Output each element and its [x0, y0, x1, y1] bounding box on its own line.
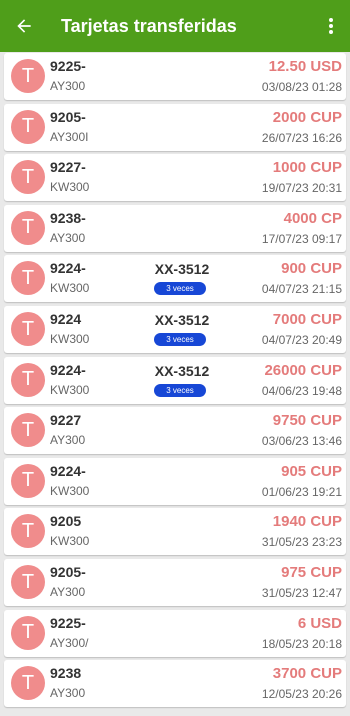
masked-card-number: XX-3512	[154, 362, 210, 379]
transfer-list[interactable]: T 9225- AY300 12.50 USD 03/08/23 01:28 T 9205-…	[0, 52, 350, 716]
card-code: KW300	[50, 281, 90, 296]
list-item[interactable]: T 9225- AY300 12.50 USD 03/08/23 01:28	[4, 53, 346, 100]
transfer-date: 04/07/23 21:15	[261, 282, 342, 297]
amount: 26000 CUP	[264, 361, 342, 379]
list-item[interactable]: T 9224- KW300 905 CUP 01/06/23 19:21	[4, 457, 346, 505]
card-number: 9205-	[50, 108, 86, 125]
amount: 7000 CUP	[272, 311, 342, 328]
card-number: 9227-	[50, 159, 86, 176]
back-button[interactable]	[0, 0, 48, 52]
card-number: 9224	[50, 311, 82, 327]
avatar: T	[11, 666, 45, 701]
amount: 2000 CUP	[272, 108, 342, 126]
arrow-left-icon	[17, 19, 31, 33]
card-code: AY300	[50, 79, 86, 93]
card-number: 9238	[50, 665, 82, 682]
card-code: KW300	[50, 332, 90, 346]
transfer-date: 04/07/23 20:49	[261, 333, 342, 347]
transfer-date: 12/05/23 20:26	[261, 687, 342, 702]
card-code: KW300	[50, 483, 90, 498]
avatar: T	[11, 160, 45, 195]
app-bar: Tarjetas transferidas	[0, 0, 350, 52]
amount: 1000 CUP	[272, 159, 342, 177]
count-badge: 3 veces	[154, 333, 206, 346]
amount: 4000 CP	[283, 209, 342, 227]
transfer-date: 01/06/23 19:21	[261, 484, 342, 499]
card-number: 9227	[50, 412, 82, 429]
transfer-date: 03/08/23 01:28	[261, 80, 342, 94]
list-item[interactable]: T 9205 KW300 1940 CUP 31/05/23 23:23	[4, 508, 346, 556]
page-title: Tarjetas transferidas	[61, 15, 237, 36]
card-number: 9224-	[50, 260, 86, 277]
avatar: T	[11, 615, 45, 650]
card-code: AY300	[50, 433, 86, 448]
count-badge: 3 veces	[154, 282, 206, 296]
amount: 900 CUP	[281, 260, 342, 278]
transfer-date: 31/05/23 23:23	[261, 535, 342, 550]
card-code: AY300	[50, 230, 86, 245]
card-number: 9225-	[50, 58, 86, 74]
amount: 975 CUP	[281, 564, 342, 581]
list-item[interactable]: T 9238- AY300 4000 CP 17/07/23 09:17	[4, 204, 346, 252]
card-number: 9238-	[50, 209, 86, 226]
amount: 12.50 USD	[268, 58, 342, 75]
transfer-date: 26/07/23 16:26	[261, 130, 342, 145]
transfer-date: 17/07/23 09:17	[261, 231, 342, 246]
card-code: AY300	[50, 686, 86, 701]
avatar: T	[11, 210, 45, 245]
amount: 6 USD	[297, 614, 342, 632]
transfer-date: 18/05/23 20:18	[261, 636, 342, 651]
list-item[interactable]: T 9224 KW300 XX-3512 3 veces 7000 CUP 04/07/23…	[4, 306, 346, 353]
list-item[interactable]: T 9227- KW300 1000 CUP 19/07/23 20:31	[4, 154, 346, 202]
avatar: T	[11, 565, 45, 599]
avatar: T	[11, 514, 45, 549]
transfer-date: 04/06/23 19:48	[261, 383, 342, 398]
card-code: KW300	[50, 534, 90, 549]
list-item[interactable]: T 9205- AY300 975 CUP 31/05/23 12:47	[4, 559, 346, 606]
amount: 905 CUP	[281, 462, 342, 480]
card-number: 9205	[50, 513, 82, 530]
avatar: T	[11, 261, 45, 296]
card-code: KW300	[50, 382, 90, 397]
list-item[interactable]: T 9224- KW300 XX-3512 3 veces 26000 CUP 04/06/…	[4, 356, 346, 404]
transfer-date: 19/07/23 20:31	[261, 181, 342, 196]
card-code: AY300I	[50, 129, 89, 144]
card-number: 9224-	[50, 361, 86, 378]
list-item[interactable]: T 9225- AY300/6 USD 18/05/23 20:18	[4, 609, 346, 657]
avatar: T	[11, 312, 45, 346]
amount: 3700 CUP	[272, 665, 342, 683]
amount: 1940 CUP	[272, 513, 342, 531]
avatar: T	[11, 109, 45, 144]
transfer-date: 03/06/23 13:46	[261, 434, 342, 449]
card-code: KW300	[50, 180, 90, 195]
transfer-date: 31/05/23 12:47	[261, 586, 342, 600]
list-item[interactable]: T 9205- AY300I 2000 CUP 26/07/23 16:26	[4, 103, 346, 151]
list-item[interactable]: T 9238 AY300 3700 CUP 12/05/23 20:26	[4, 660, 346, 708]
card-number: 9225-	[50, 614, 86, 631]
list-item[interactable]: T 9224- KW300 XX-3512 3 veces 900 CUP 04/07/23…	[4, 255, 346, 303]
card-code: AY300	[50, 585, 86, 599]
card-code: AY300/	[50, 635, 89, 650]
card-number: 9205-	[50, 564, 86, 580]
amount: 9750 CUP	[272, 412, 342, 430]
avatar: T	[11, 413, 45, 448]
card-number: 9224-	[50, 462, 86, 479]
masked-card-number: XX-3512	[154, 261, 210, 278]
avatar: T	[11, 362, 45, 397]
list-item[interactable]: T 9227 AY300 9750 CUP 03/06/23 13:46	[4, 407, 346, 455]
more-options-button[interactable]	[316, 0, 346, 52]
masked-card-number: XX-3512	[154, 312, 210, 328]
avatar: T	[11, 59, 45, 93]
more-vert-icon	[329, 18, 333, 34]
avatar: T	[11, 463, 45, 498]
count-badge: 3 veces	[154, 383, 206, 397]
